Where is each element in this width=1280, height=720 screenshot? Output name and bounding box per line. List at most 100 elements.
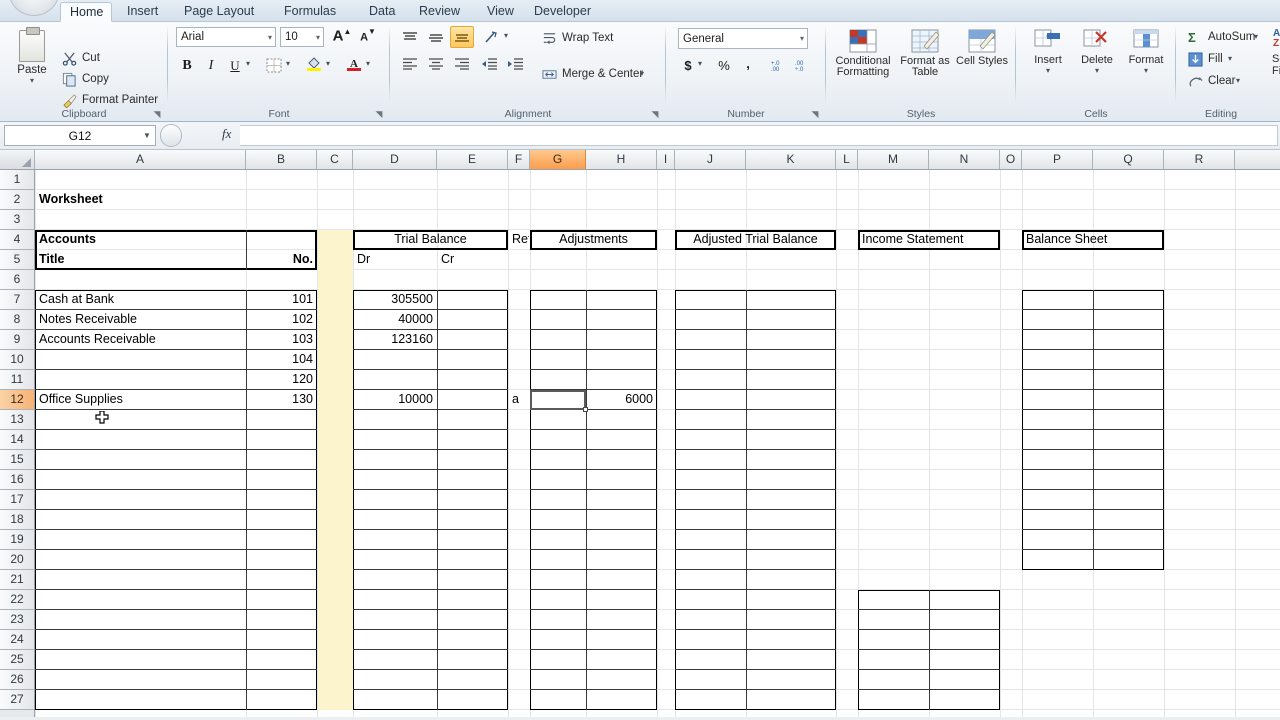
clear-button[interactable]: Clear bbox=[1186, 71, 1235, 91]
cell-account-7[interactable]: Cash at Bank bbox=[36, 290, 245, 309]
cell-accounts-header[interactable]: Accounts bbox=[36, 230, 245, 249]
cell-account-8[interactable]: Notes Receivable bbox=[36, 310, 245, 329]
tab-data[interactable]: Data bbox=[360, 2, 404, 22]
cell-tb-dr-8[interactable]: 40000 bbox=[354, 310, 436, 329]
percent-button[interactable]: % bbox=[714, 54, 734, 76]
column-header-I[interactable]: I bbox=[657, 150, 675, 169]
grow-font-button[interactable]: A▲ bbox=[330, 26, 354, 48]
tab-home[interactable]: Home bbox=[60, 2, 112, 22]
cell-adjustments-header[interactable]: Adjustments bbox=[531, 230, 656, 249]
copy-button[interactable]: Copy bbox=[60, 69, 109, 89]
tab-insert[interactable]: Insert bbox=[118, 2, 167, 22]
format-dropdown-arrow[interactable]: ▾ bbox=[1122, 66, 1170, 75]
cell-no-12[interactable]: 130 bbox=[247, 390, 316, 409]
column-header-D[interactable]: D bbox=[353, 150, 437, 169]
office-button[interactable] bbox=[8, 0, 60, 16]
column-header-H[interactable]: H bbox=[586, 150, 657, 169]
cell-no-10[interactable]: 104 bbox=[247, 350, 316, 369]
delete-cells-button[interactable]: Delete ▾ bbox=[1074, 26, 1120, 75]
row-header-1[interactable]: 1 bbox=[0, 170, 34, 190]
column-header-B[interactable]: B bbox=[246, 150, 317, 169]
row-header-15[interactable]: 15 bbox=[0, 450, 34, 470]
currency-dropdown-arrow[interactable]: ▾ bbox=[698, 59, 702, 68]
fill-dropdown-arrow[interactable]: ▾ bbox=[1228, 54, 1232, 63]
borders-dropdown-arrow[interactable]: ▾ bbox=[286, 59, 290, 68]
comma-style-button[interactable]: , bbox=[738, 54, 758, 76]
insert-function-icon[interactable]: fx bbox=[222, 126, 231, 142]
column-header-E[interactable]: E bbox=[437, 150, 508, 169]
orientation-dropdown-arrow[interactable]: ▾ bbox=[504, 31, 508, 40]
decrease-decimal-button[interactable]: .00 ÷.0 bbox=[790, 54, 814, 76]
cell-account-12[interactable]: Office Supplies bbox=[36, 390, 245, 409]
italic-button[interactable]: I bbox=[200, 54, 222, 76]
align-right-button[interactable] bbox=[450, 52, 474, 74]
name-box[interactable]: G12 bbox=[4, 125, 156, 146]
row-header-20[interactable]: 20 bbox=[0, 550, 34, 570]
increase-indent-button[interactable] bbox=[504, 52, 528, 74]
cell-ref-header[interactable]: Ref bbox=[509, 230, 529, 249]
column-header-P[interactable]: P bbox=[1022, 150, 1093, 169]
orientation-button[interactable] bbox=[480, 26, 504, 48]
decrease-indent-button[interactable] bbox=[478, 52, 502, 74]
borders-button[interactable] bbox=[262, 54, 286, 76]
paste-dropdown-arrow[interactable]: ▾ bbox=[10, 76, 54, 85]
cut-button[interactable]: Cut bbox=[60, 48, 100, 68]
cell-title-header[interactable]: Title bbox=[36, 250, 245, 269]
increase-decimal-button[interactable]: +.0 .00 bbox=[766, 54, 790, 76]
formula-input[interactable] bbox=[240, 125, 1278, 146]
row-header-24[interactable]: 24 bbox=[0, 630, 34, 650]
clear-dropdown-arrow[interactable]: ▾ bbox=[1236, 76, 1240, 85]
column-header-C[interactable]: C bbox=[317, 150, 353, 169]
tab-page-layout[interactable]: Page Layout bbox=[175, 2, 263, 22]
name-box-dropdown-arrow[interactable]: ▼ bbox=[143, 131, 151, 140]
font-color-dropdown-arrow[interactable]: ▾ bbox=[366, 59, 370, 68]
number-dialog-launcher[interactable]: ◥ bbox=[810, 109, 820, 119]
font-name-combo[interactable]: Arial bbox=[176, 27, 276, 47]
fill-color-button[interactable] bbox=[302, 54, 326, 76]
column-header-O[interactable]: O bbox=[1000, 150, 1022, 169]
row-header-25[interactable]: 25 bbox=[0, 650, 34, 670]
row-header-8[interactable]: 8 bbox=[0, 310, 34, 330]
cell-no-7[interactable]: 101 bbox=[247, 290, 316, 309]
column-header-G[interactable]: G bbox=[530, 150, 586, 169]
row-header-19[interactable]: 19 bbox=[0, 530, 34, 550]
cell-styles-button[interactable]: Cell Styles bbox=[956, 26, 1008, 67]
cell-adjusted-trial-balance-header[interactable]: Adjusted Trial Balance bbox=[676, 230, 835, 249]
cell-tb-dr-12[interactable]: 10000 bbox=[354, 390, 436, 409]
cell-tb-dr-7[interactable]: 305500 bbox=[354, 290, 436, 309]
cells-area[interactable]: Worksheet Accounts Title No. Trial Balance Dr… bbox=[35, 170, 1280, 720]
insert-cells-button[interactable]: Insert ▾ bbox=[1026, 26, 1070, 75]
cell-dr-header[interactable]: Dr bbox=[354, 250, 436, 269]
format-cells-button[interactable]: Format ▾ bbox=[1122, 26, 1170, 75]
tab-formulas[interactable]: Formulas bbox=[275, 2, 345, 22]
cell-cr-header[interactable]: Cr bbox=[438, 250, 507, 269]
row-header-11[interactable]: 11 bbox=[0, 370, 34, 390]
fill-button[interactable]: Fill bbox=[1186, 49, 1223, 69]
row-header-3[interactable]: 3 bbox=[0, 210, 34, 230]
row-header-16[interactable]: 16 bbox=[0, 470, 34, 490]
cell-adj-cr-12[interactable]: 6000 bbox=[587, 390, 656, 409]
row-header-13[interactable]: 13 bbox=[0, 410, 34, 430]
active-cell-g12[interactable] bbox=[530, 390, 586, 410]
number-format-combo[interactable]: General bbox=[678, 28, 808, 49]
sort-filter-button[interactable]: A Z So Fi bbox=[1272, 26, 1280, 77]
row-header-12[interactable]: 12 bbox=[0, 390, 34, 410]
row-header-2[interactable]: 2 bbox=[0, 190, 34, 210]
cell-no-8[interactable]: 102 bbox=[247, 310, 316, 329]
row-header-27[interactable]: 27 bbox=[0, 690, 34, 710]
row-header-23[interactable]: 23 bbox=[0, 610, 34, 630]
column-header-N[interactable]: N bbox=[929, 150, 1000, 169]
wrap-text-button[interactable]: Wrap Text bbox=[540, 28, 613, 48]
font-color-button[interactable]: A bbox=[342, 54, 366, 76]
row-header-10[interactable]: 10 bbox=[0, 350, 34, 370]
row-header-9[interactable]: 9 bbox=[0, 330, 34, 350]
font-dialog-launcher[interactable]: ◥ bbox=[374, 109, 384, 119]
font-size-combo[interactable]: 10 bbox=[280, 27, 324, 47]
column-header-M[interactable]: M bbox=[858, 150, 929, 169]
select-all-corner[interactable] bbox=[0, 150, 35, 169]
format-painter-button[interactable]: Format Painter bbox=[60, 90, 158, 110]
conditional-formatting-button[interactable]: Conditional Formatting bbox=[832, 26, 894, 78]
cell-no-11[interactable]: 120 bbox=[247, 370, 316, 389]
underline-dropdown-arrow[interactable]: ▾ bbox=[246, 59, 250, 68]
bold-button[interactable]: B bbox=[176, 54, 198, 76]
